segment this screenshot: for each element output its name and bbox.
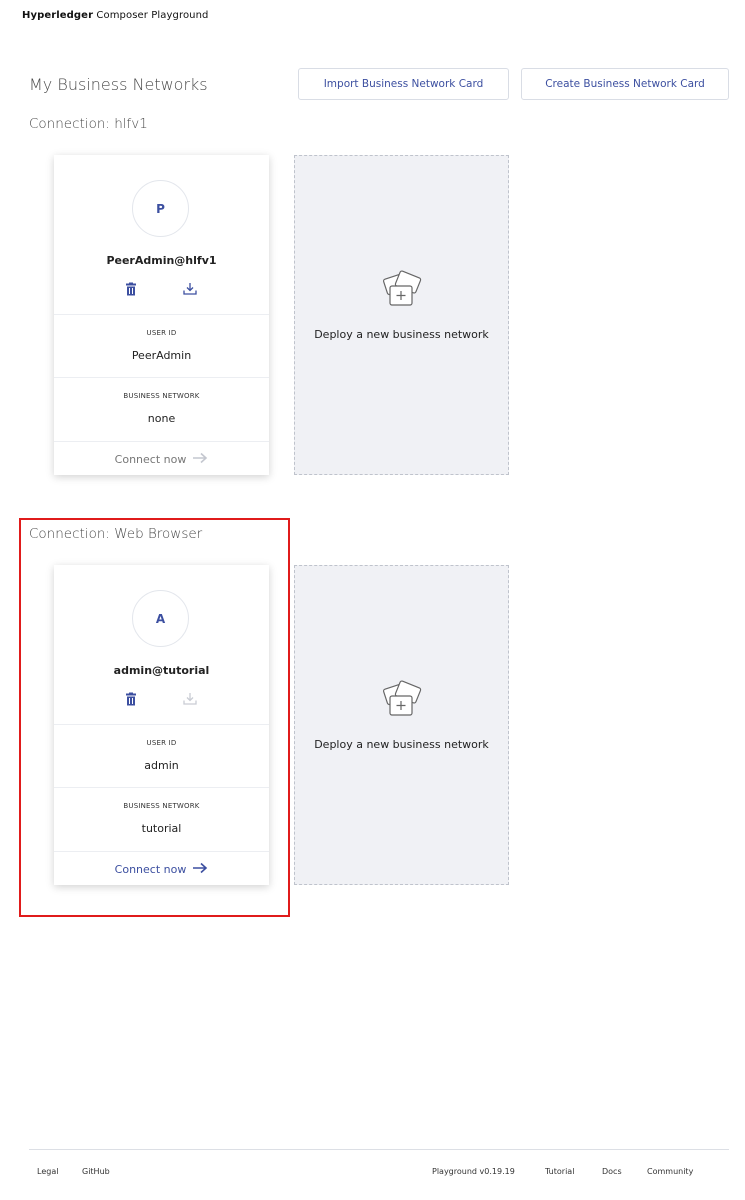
avatar: P: [132, 180, 189, 237]
user-id-label: USER ID: [146, 329, 177, 337]
trash-icon[interactable]: [124, 281, 138, 297]
footer-github-link[interactable]: GitHub: [82, 1167, 110, 1176]
footer-legal-link[interactable]: Legal: [37, 1167, 58, 1176]
highlight-box: [19, 518, 290, 917]
card-name: PeerAdmin@hlfv1: [106, 254, 217, 267]
footer-docs-link[interactable]: Docs: [602, 1167, 622, 1176]
connect-now-label: Connect now: [114, 453, 187, 466]
footer-community-link[interactable]: Community: [647, 1167, 693, 1176]
deploy-network-label: Deploy a new business network: [314, 328, 489, 341]
deploy-network-icon: [377, 264, 427, 314]
identity-card-peeradmin: P PeerAdmin@hlfv1 USER ID PeerAdmin BUSI…: [54, 155, 269, 475]
deploy-network-icon: [377, 674, 427, 724]
business-network-value: none: [147, 412, 176, 425]
page-title: My Business Networks: [29, 75, 208, 94]
footer-divider: [29, 1149, 729, 1150]
download-icon[interactable]: [182, 281, 198, 297]
import-card-button[interactable]: Import Business Network Card: [298, 68, 509, 100]
business-network-label: BUSINESS NETWORK: [123, 392, 200, 400]
arrow-right-icon: [192, 452, 208, 467]
user-id-value: PeerAdmin: [131, 349, 192, 362]
connect-now-link[interactable]: Connect now: [54, 452, 269, 467]
footer-version: Playground v0.19.19: [432, 1167, 515, 1176]
app-brand[interactable]: Hyperledger Composer Playground: [22, 10, 208, 21]
connection-heading-hlfv1: Connection: hlfv1: [29, 116, 148, 132]
brand-product: Composer Playground: [93, 10, 209, 21]
create-card-button[interactable]: Create Business Network Card: [521, 68, 729, 100]
business-network-section: BUSINESS NETWORK none: [54, 377, 269, 442]
deploy-network-tile-web-browser[interactable]: Deploy a new business network: [294, 565, 509, 885]
user-id-section: USER ID PeerAdmin: [54, 314, 269, 378]
brand-hyperledger: Hyperledger: [22, 10, 94, 21]
deploy-network-tile-hlfv1[interactable]: Deploy a new business network: [294, 155, 509, 475]
footer-tutorial-link[interactable]: Tutorial: [545, 1167, 574, 1176]
deploy-network-label: Deploy a new business network: [314, 738, 489, 751]
connect-section: Connect now: [54, 441, 269, 476]
